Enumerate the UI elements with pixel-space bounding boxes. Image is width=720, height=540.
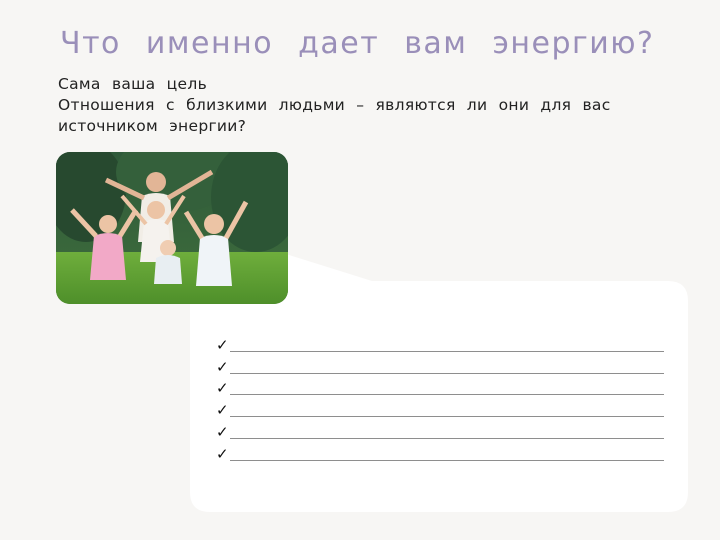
slide: Что именно дает вам энергию? Сама ваша ц… xyxy=(0,0,720,540)
checklist-line xyxy=(230,415,664,418)
checklist-item-1[interactable]: ✓ xyxy=(216,332,664,354)
checklist-item-4[interactable]: ✓ xyxy=(216,397,664,419)
checklist-item-2[interactable]: ✓ xyxy=(216,354,664,376)
checklist-item-3[interactable]: ✓ xyxy=(216,376,664,398)
checkmark-icon: ✓ xyxy=(216,335,229,354)
checklist-line xyxy=(230,437,664,439)
checkmark-icon: ✓ xyxy=(216,422,229,441)
checklist: ✓ ✓ ✓ ✓ ✓ ✓ xyxy=(216,332,664,463)
checkmark-icon: ✓ xyxy=(216,379,229,398)
checkmark-icon: ✓ xyxy=(216,401,229,420)
family-photo-icon xyxy=(56,152,288,304)
checklist-line xyxy=(230,372,664,374)
checkmark-icon: ✓ xyxy=(216,444,229,463)
checklist-line xyxy=(230,393,664,396)
checklist-item-5[interactable]: ✓ xyxy=(216,419,664,441)
checklist-line xyxy=(230,459,664,461)
family-photo xyxy=(56,152,288,304)
checklist-line xyxy=(230,350,664,352)
checkmark-icon: ✓ xyxy=(216,357,229,376)
checklist-item-6[interactable]: ✓ xyxy=(216,441,664,463)
